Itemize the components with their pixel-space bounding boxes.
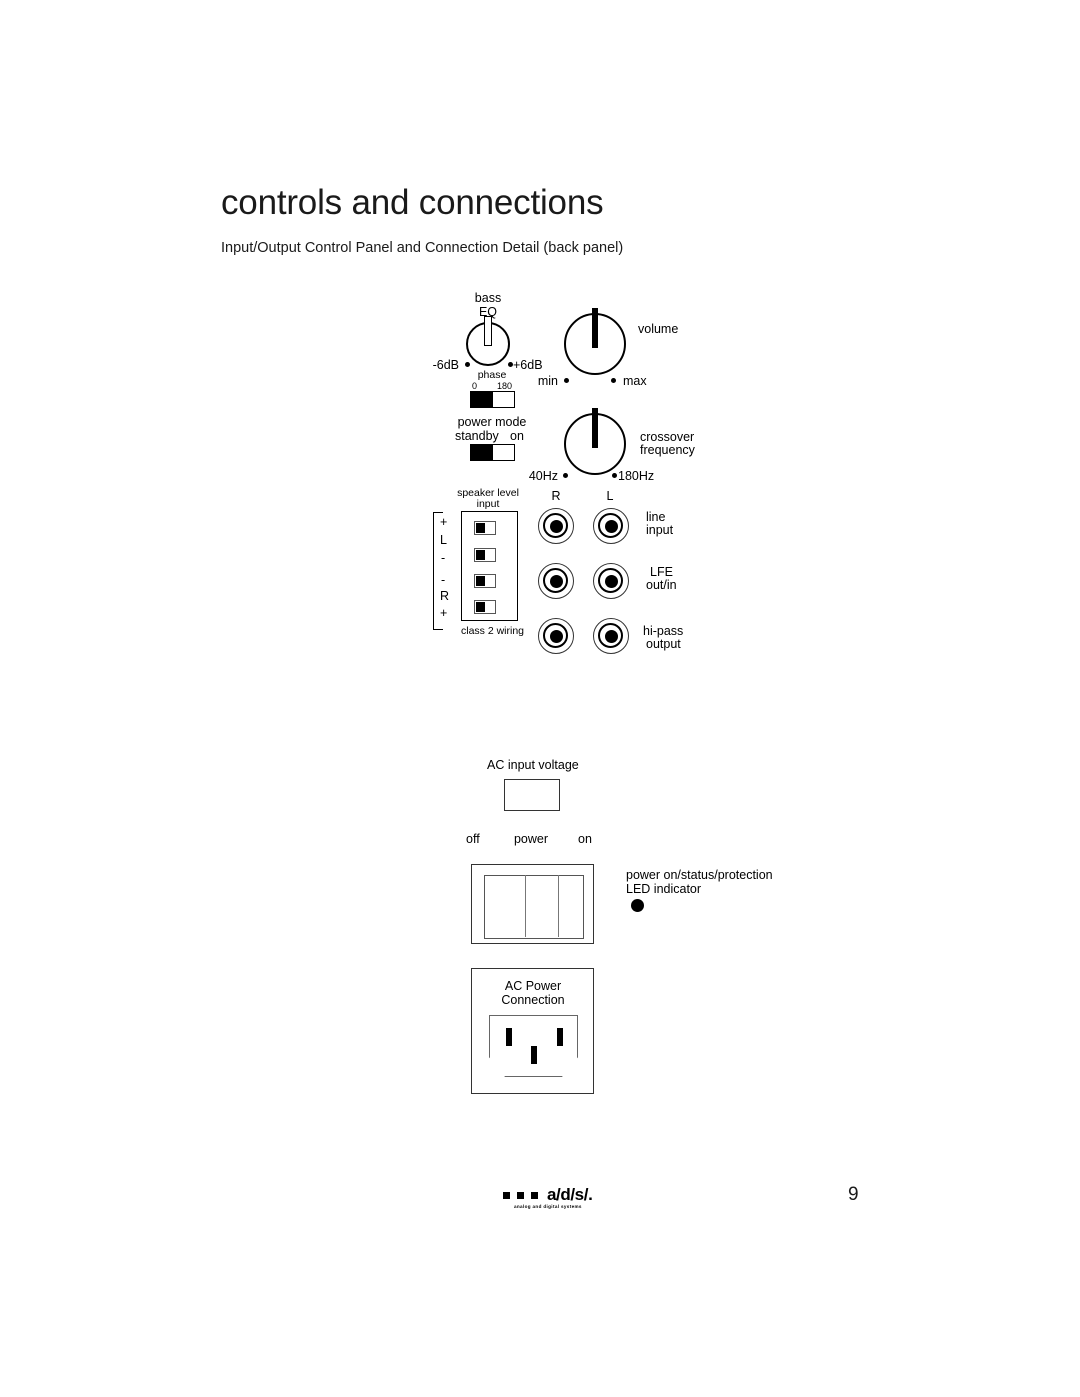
crossover-min-label: 40Hz <box>528 469 558 483</box>
logo-square-1 <box>503 1192 510 1199</box>
page-subtitle: Input/Output Control Panel and Connectio… <box>221 240 624 256</box>
phase-switch-right-half <box>492 392 514 407</box>
power-switch-divider-2 <box>558 875 559 937</box>
brand-logo: a/d/s/. <box>503 1185 593 1204</box>
speaker-label-3: - <box>441 573 446 587</box>
crossover-frequency-knob[interactable] <box>564 408 626 475</box>
iec-pin-live <box>506 1028 512 1046</box>
jack-row-2-label-line2: output <box>646 637 681 651</box>
power-mode-switch[interactable] <box>470 444 515 461</box>
jack-column-header-r: R <box>551 489 561 503</box>
power-switch-rocker <box>484 875 584 939</box>
speaker-label-1: L <box>440 533 447 547</box>
ac-power-connection-label-line1: AC Power <box>504 979 562 993</box>
phase-label: phase <box>477 369 507 381</box>
jack-row-0-label-line2: input <box>646 523 674 537</box>
phase-position-0-label: 0 <box>472 381 478 391</box>
volume-knob[interactable] <box>564 308 626 375</box>
power-switch-divider-1 <box>525 875 526 937</box>
volume-min-dot <box>564 378 569 383</box>
iec-inlet-shape <box>489 1015 578 1077</box>
iec-pin-neutral <box>557 1028 563 1046</box>
bass-eq-max-label: +6dB <box>513 358 543 372</box>
speaker-terminal-l-minus[interactable] <box>474 548 496 562</box>
page-number: 9 <box>848 1184 859 1205</box>
power-mode-on-label: on <box>510 429 524 443</box>
speaker-level-input-label-line2: input <box>476 498 500 510</box>
iec-pin-earth <box>531 1046 537 1064</box>
phase-position-180-label: 180 <box>497 381 513 391</box>
phase-switch[interactable] <box>470 391 515 408</box>
volume-min-label: min <box>537 374 558 388</box>
volume-knob-pointer <box>592 308 598 348</box>
bass-eq-knob[interactable] <box>466 316 510 366</box>
logo-square-3 <box>531 1192 538 1199</box>
volume-label: volume <box>638 322 679 336</box>
phase-switch-left-half <box>471 392 493 407</box>
power-switch-on-label: on <box>578 832 592 846</box>
jack-line-input-r[interactable] <box>538 508 574 544</box>
led-indicator-label-line2: LED indicator <box>626 882 702 896</box>
speaker-label-4: R <box>440 589 450 603</box>
crossover-frequency-knob-pointer <box>592 408 598 448</box>
jack-hipass-r[interactable] <box>538 618 574 654</box>
jack-line-input-l[interactable] <box>593 508 629 544</box>
brand-wordmark: a/d/s/. <box>547 1185 593 1204</box>
volume-max-dot <box>611 378 616 383</box>
speaker-terminal-block <box>461 511 518 621</box>
crossover-label-line2: frequency <box>640 443 695 457</box>
jack-column-header-l: L <box>606 489 614 503</box>
class-2-wiring-footnote: class 2 wiring <box>461 625 525 637</box>
speaker-label-0: + <box>440 515 448 529</box>
bass-eq-min-dot <box>465 362 470 367</box>
ac-input-voltage-box <box>504 779 560 811</box>
power-mode-switch-left-half <box>471 445 493 460</box>
jack-lfe-l[interactable] <box>593 563 629 599</box>
crossover-max-label: 180Hz <box>618 469 655 483</box>
power-switch-off-label: off <box>466 832 480 846</box>
page-title: controls and connections <box>221 183 604 222</box>
power-mode-label: power mode <box>457 415 527 429</box>
power-switch-label: power <box>513 832 549 846</box>
crossover-max-dot <box>612 473 617 478</box>
bass-eq-min-label: -6dB <box>432 358 459 372</box>
speaker-terminal-r-minus[interactable] <box>474 574 496 588</box>
speaker-label-2: - <box>441 551 446 565</box>
power-switch[interactable] <box>471 864 594 944</box>
jack-row-1-label-line2: out/in <box>646 578 677 592</box>
power-mode-switch-right-half <box>492 445 514 460</box>
ac-input-voltage-label: AC input voltage <box>487 758 579 772</box>
led-indicator-label-line1: power on/status/protection <box>626 868 773 882</box>
manual-page: controls and connections Input/Output Co… <box>0 0 1080 1397</box>
jack-lfe-r[interactable] <box>538 563 574 599</box>
logo-square-2 <box>517 1192 524 1199</box>
brand-tagline: analog and digital systems <box>514 1204 582 1209</box>
ac-power-connection-label-line2: Connection <box>501 993 565 1007</box>
speaker-label-5: + <box>440 606 448 620</box>
bass-eq-knob-pointer <box>484 316 492 346</box>
crossover-min-dot <box>563 473 568 478</box>
jack-hipass-l[interactable] <box>593 618 629 654</box>
power-mode-standby-label: standby <box>455 429 499 443</box>
speaker-terminal-r-plus[interactable] <box>474 600 496 614</box>
volume-max-label: max <box>623 374 647 388</box>
bass-eq-label-line1: bass <box>474 291 502 305</box>
ac-power-connection[interactable]: AC Power Connection <box>471 968 594 1094</box>
speaker-terminal-l-plus[interactable] <box>474 521 496 535</box>
led-indicator <box>631 899 644 912</box>
